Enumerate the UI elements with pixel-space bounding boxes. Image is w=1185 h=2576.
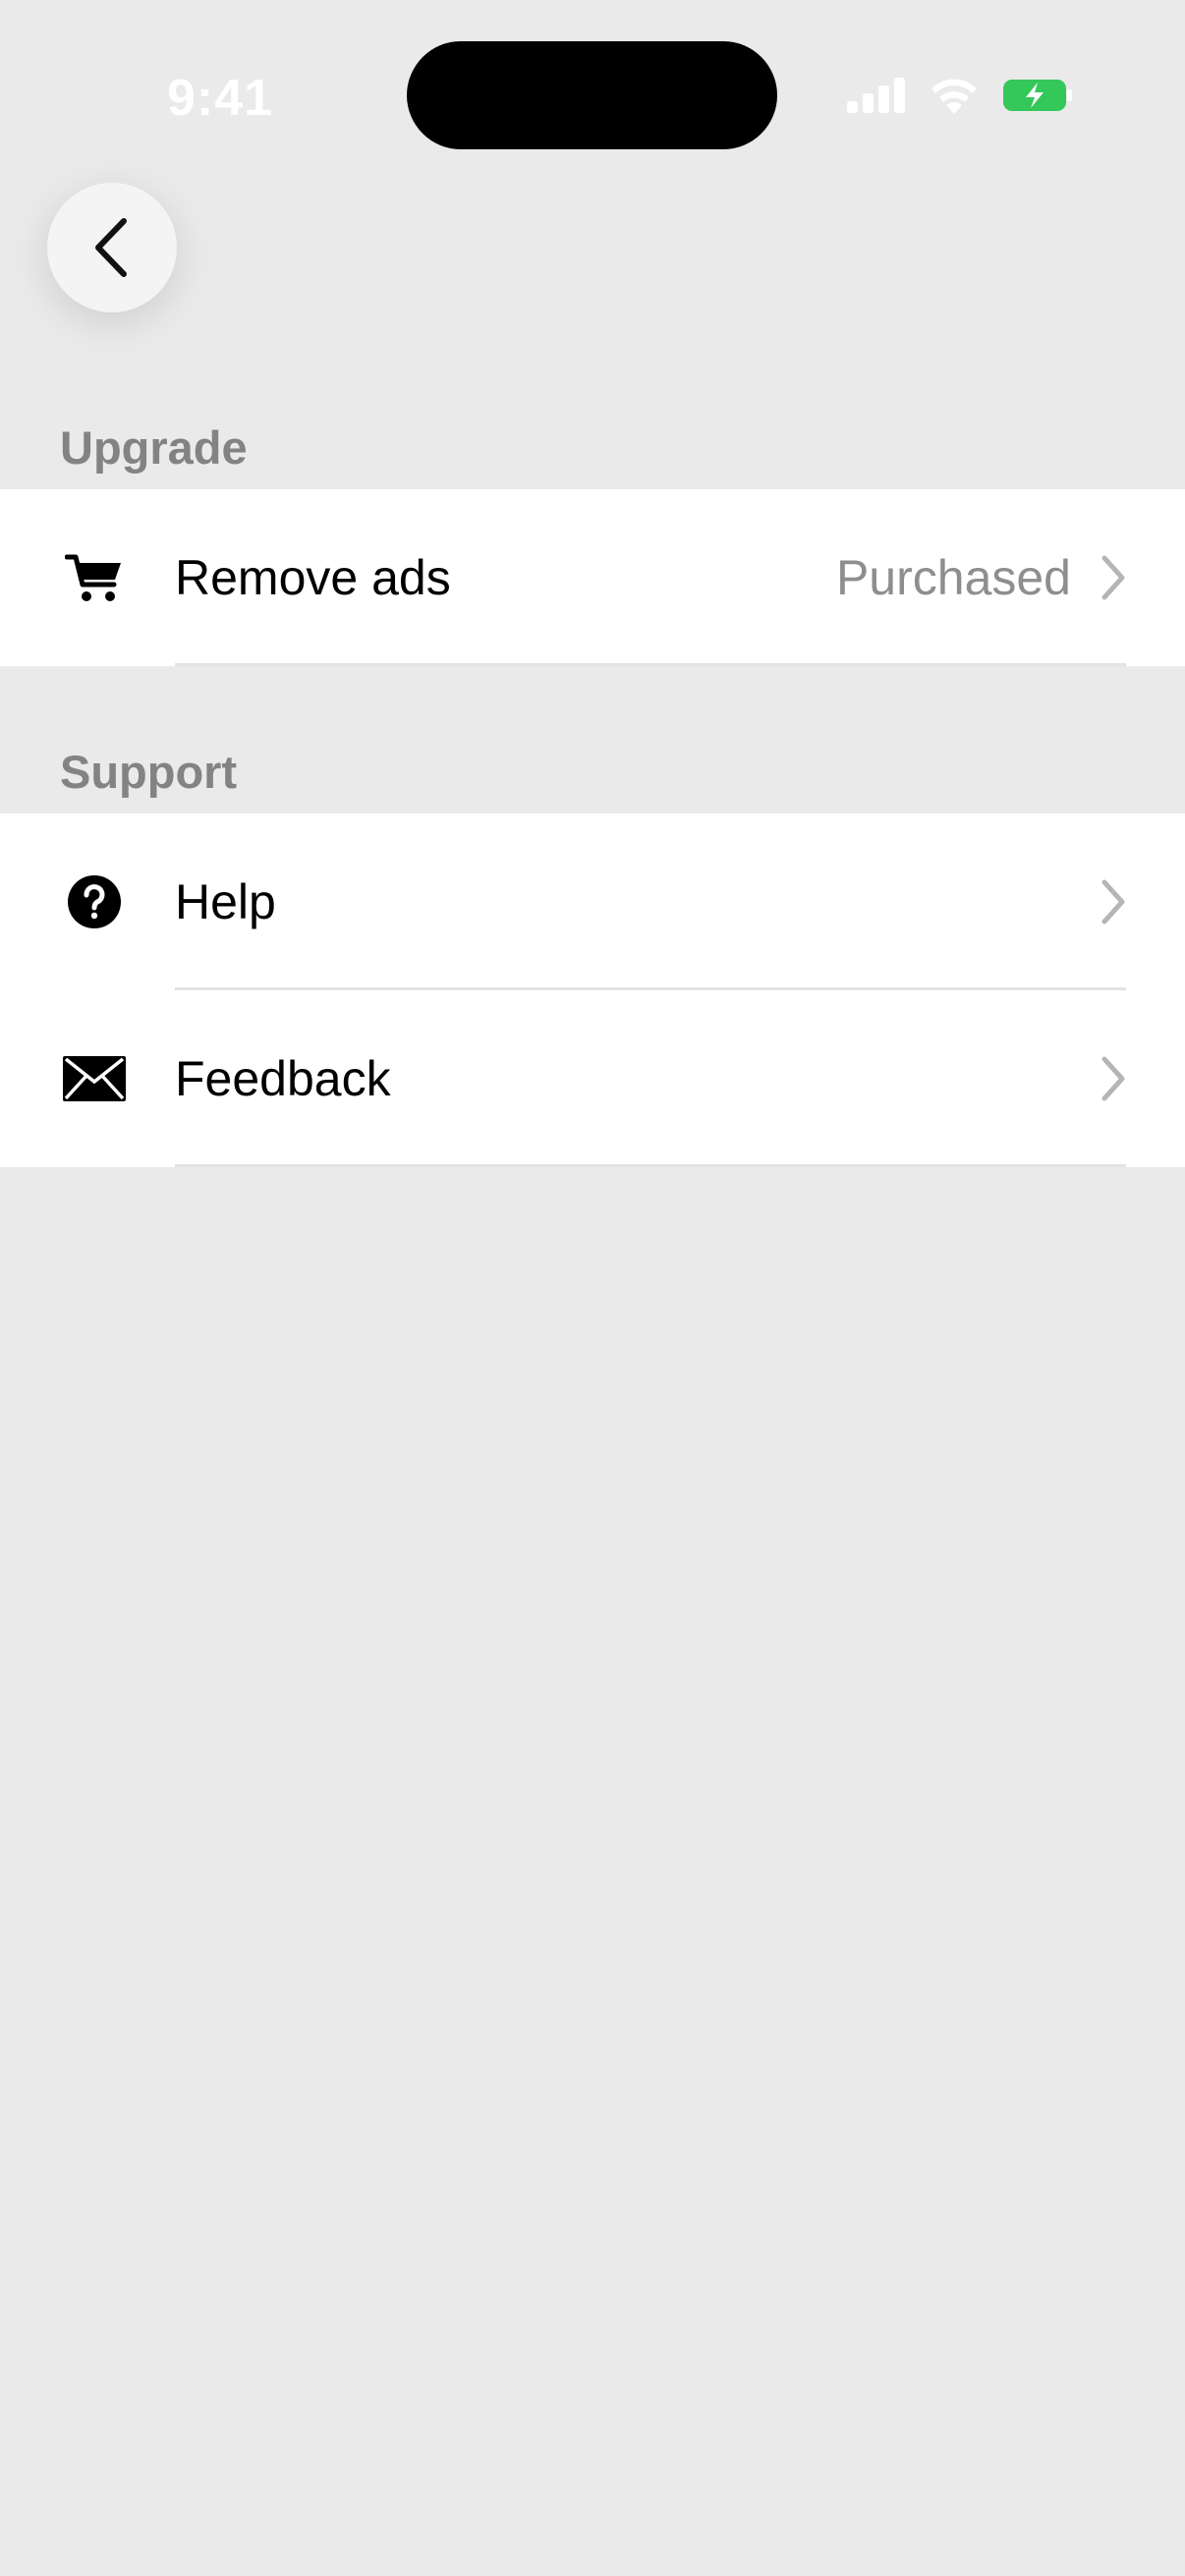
back-button[interactable]	[47, 183, 177, 312]
status-time: 9:41	[167, 70, 274, 127]
remove-ads-label: Remove ads	[175, 550, 451, 605]
help-circle-icon	[60, 872, 129, 931]
cellular-signal-icon	[847, 78, 905, 113]
chevron-right-icon	[1101, 879, 1125, 924]
section-header-upgrade: Upgrade	[60, 421, 248, 474]
envelope-icon	[60, 1049, 129, 1108]
chevron-right-icon	[1101, 1056, 1125, 1101]
row-divider	[175, 663, 1126, 666]
help-row[interactable]: Help	[0, 813, 1185, 990]
support-group: Help Feedback	[0, 813, 1185, 1167]
feedback-row[interactable]: Feedback	[0, 990, 1185, 1167]
section-header-support: Support	[60, 746, 238, 798]
help-label: Help	[175, 874, 276, 929]
purchase-status: Purchased	[835, 550, 1071, 605]
dynamic-island	[407, 41, 777, 149]
remove-ads-row[interactable]: Remove ads Purchased	[0, 489, 1185, 666]
chevron-left-icon	[95, 218, 127, 277]
chevron-right-icon	[1101, 555, 1125, 600]
row-divider	[175, 1164, 1126, 1167]
cart-icon	[60, 548, 129, 607]
status-bar: 9:41	[0, 0, 1185, 187]
battery-charging-icon	[1003, 80, 1072, 111]
status-icons	[847, 75, 1073, 116]
wifi-icon	[931, 79, 977, 114]
feedback-label: Feedback	[175, 1051, 391, 1106]
upgrade-group: Remove ads Purchased	[0, 489, 1185, 666]
